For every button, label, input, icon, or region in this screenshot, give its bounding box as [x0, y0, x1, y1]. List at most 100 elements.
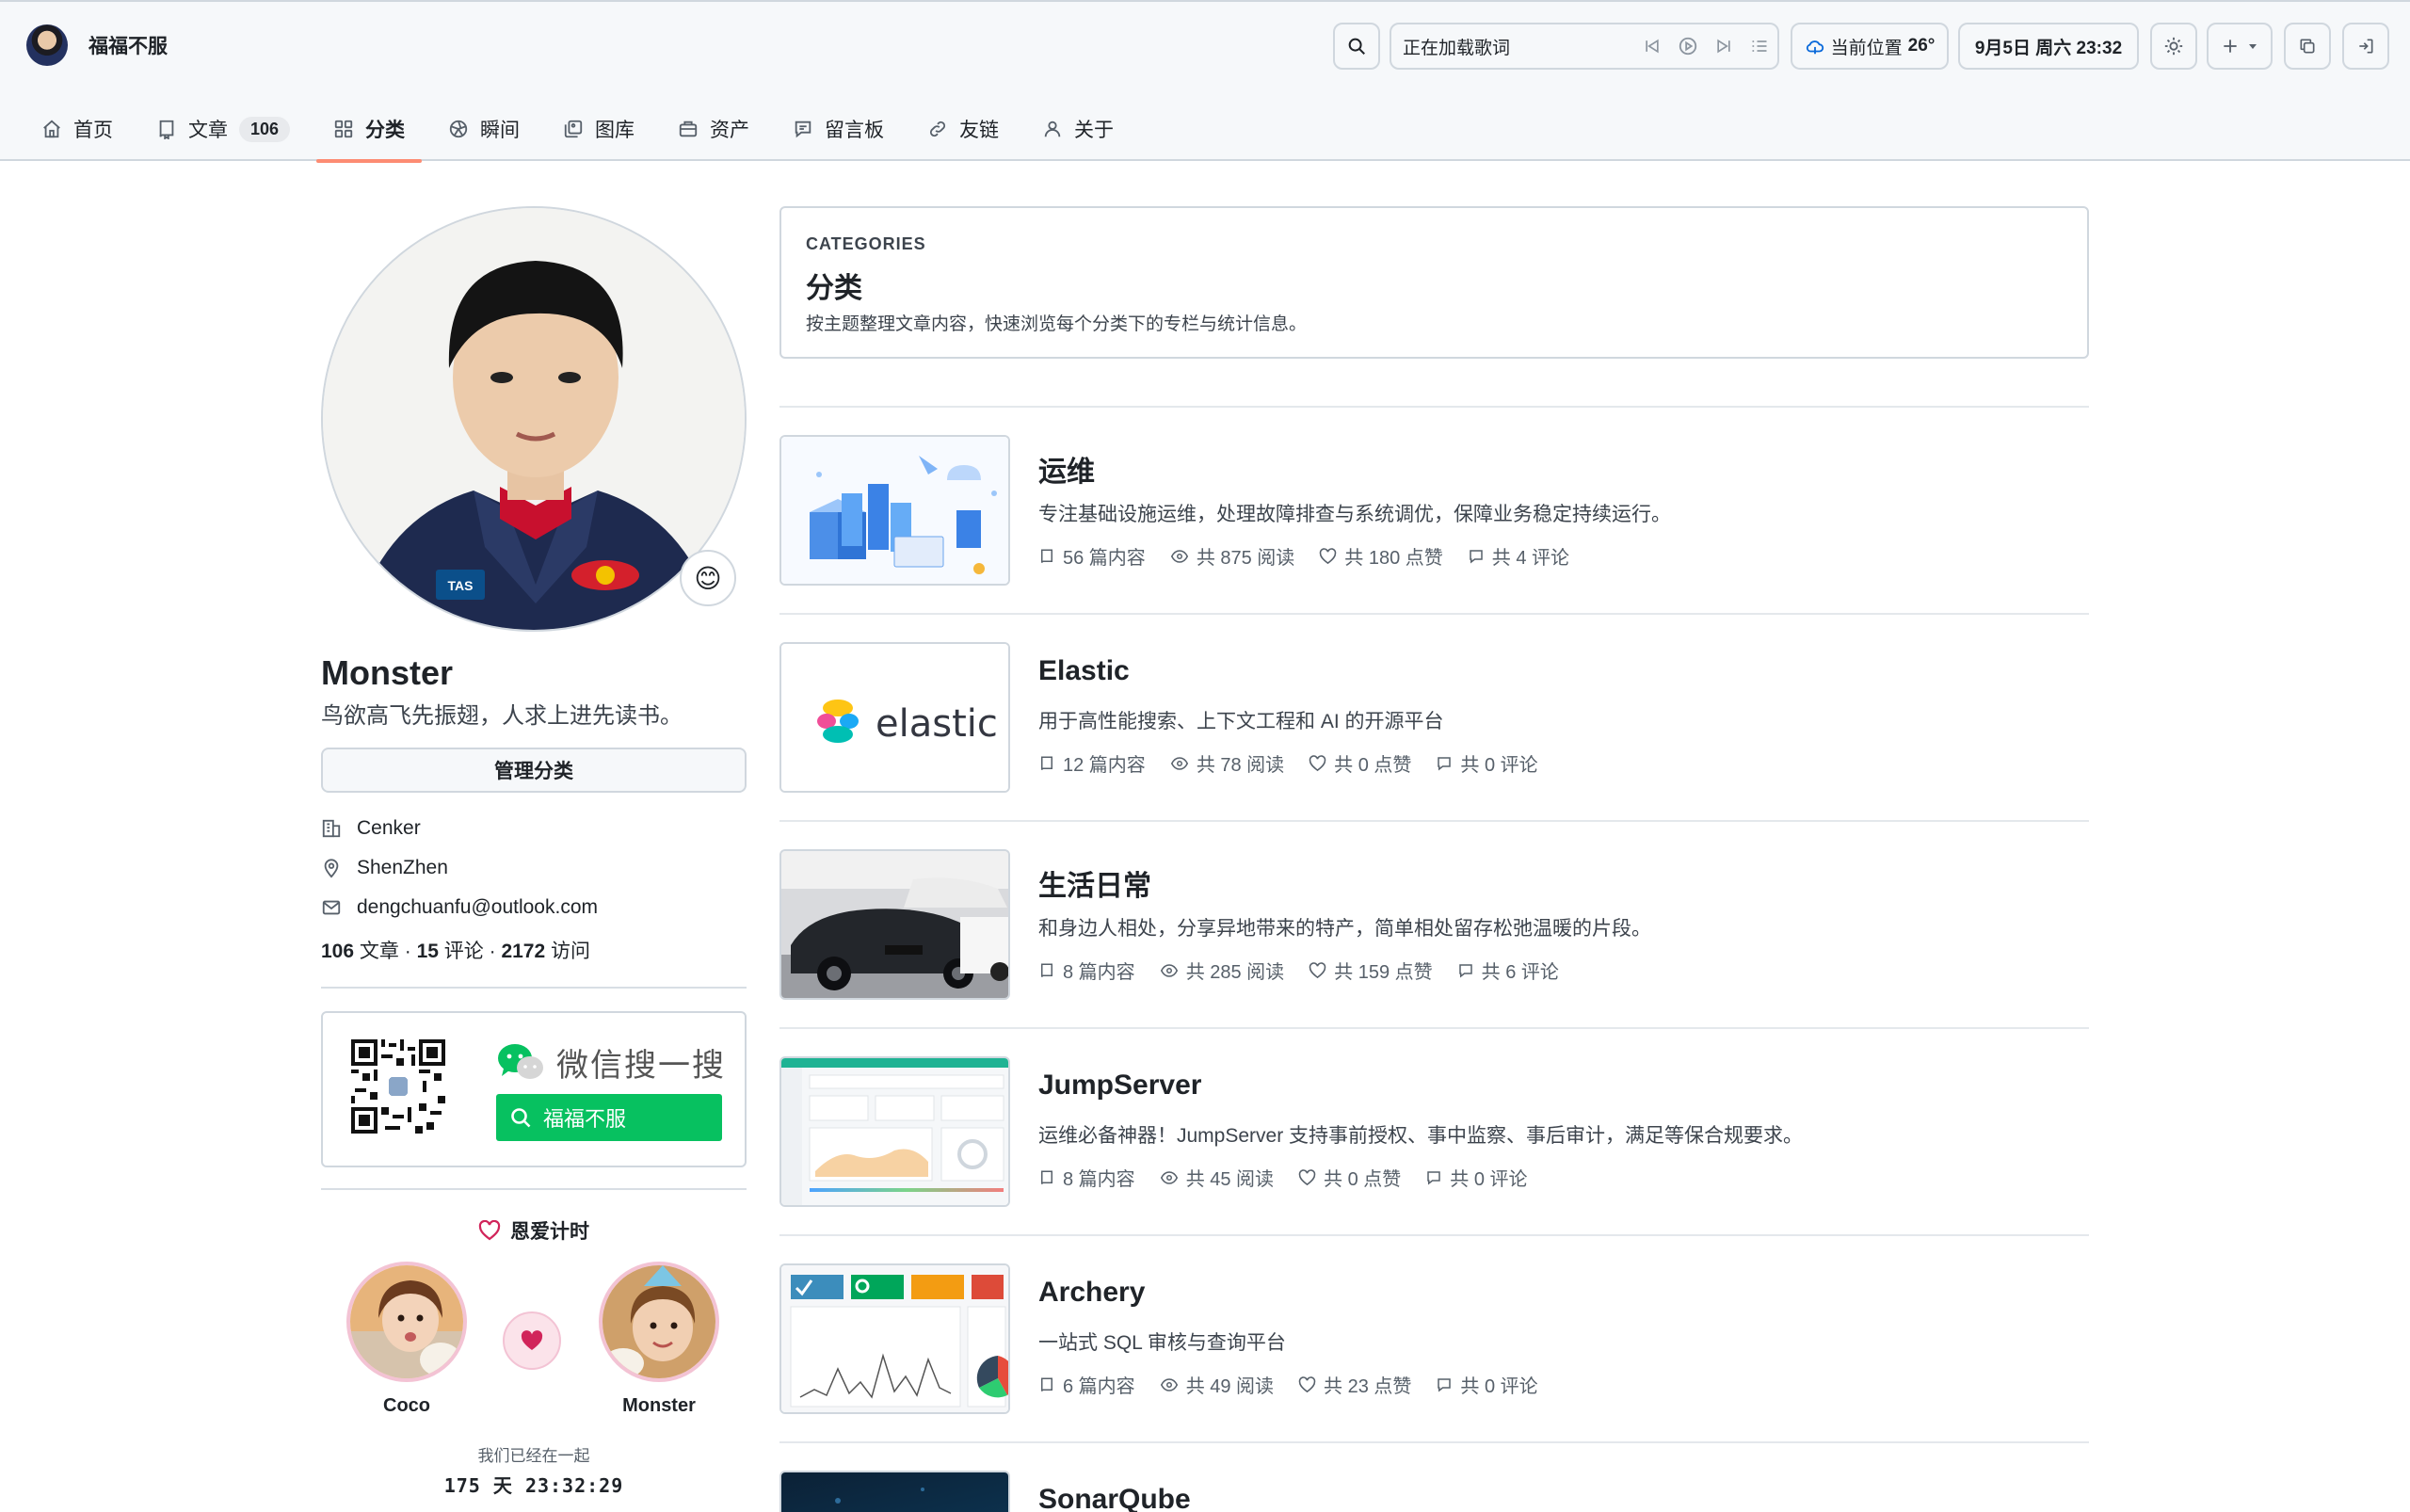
- reads-count: 共 45 阅读: [1185, 1169, 1275, 1190]
- category-item[interactable]: JumpServer 运维必备神器！JumpServer 支持事前授权、事中监察…: [779, 1056, 2089, 1209]
- music-player: 正在加载歌词: [1390, 23, 1779, 70]
- category-item[interactable]: SonarQube: [779, 1471, 2089, 1512]
- reads-stat: 共 45 阅读: [1160, 1164, 1274, 1191]
- reads-stat: 共 78 阅读: [1170, 749, 1284, 777]
- wechat-icon: [498, 1043, 543, 1079]
- nav-links[interactable]: 友链: [910, 96, 1016, 162]
- comments-count: 共 0 评论: [1460, 1376, 1538, 1397]
- comments-count: 共 4 评论: [1491, 548, 1570, 569]
- category-thumbnail[interactable]: elastic: [779, 642, 1010, 793]
- date-time: 9月5日 周六 23:32: [1958, 23, 2139, 70]
- wechat-card: 微信搜一搜 福福不服: [321, 1011, 747, 1167]
- playlist-icon: [1752, 40, 1767, 52]
- posts-count: 12 篇内容: [1063, 755, 1146, 776]
- category-item[interactable]: elastic Elastic 用于高性能搜索、上下文工程和 AI 的开源平台 …: [779, 642, 2089, 795]
- category-thumbnail[interactable]: [779, 1056, 1010, 1207]
- nav-categories[interactable]: 分类: [316, 96, 423, 163]
- list-divider: [779, 613, 2089, 615]
- category-name[interactable]: 运维: [1038, 448, 1095, 490]
- category-name[interactable]: 生活日常: [1038, 862, 1151, 904]
- sun-icon: [2164, 37, 2183, 56]
- search-icon: [511, 1108, 531, 1128]
- nav-gallery[interactable]: 图库: [546, 96, 651, 162]
- posts-count: 6 篇内容: [1063, 1376, 1135, 1397]
- play-button[interactable]: [1670, 32, 1706, 60]
- nav-label: 资产: [710, 120, 750, 141]
- categories-header-card: CATEGORIES 分类 按主题整理文章内容，快速浏览每个分类下的专栏与统计信…: [779, 206, 2089, 359]
- category-name[interactable]: SonarQube: [1038, 1484, 1191, 1512]
- company-text: Cenker: [357, 817, 421, 839]
- copy-button[interactable]: [2284, 23, 2331, 70]
- category-description: 和身边人相处，分享异地带来的特产，简单相处留存松弛温暖的片段。: [1038, 918, 1651, 940]
- posts-stat: 8 篇内容: [1038, 957, 1135, 984]
- category-name[interactable]: Elastic: [1038, 655, 1130, 687]
- category-item[interactable]: 生活日常 和身边人相处，分享异地带来的特产，简单相处留存松弛温暖的片段。 8 篇…: [779, 849, 2089, 1002]
- heart-outline-icon: [1298, 1375, 1316, 1392]
- prev-track-button[interactable]: [1634, 32, 1670, 60]
- category-stats: 12 篇内容 共 78 阅读 共 0 点赞 共 0 评论: [1038, 749, 1563, 777]
- nav-articles[interactable]: 文章 106: [139, 96, 307, 162]
- search-button[interactable]: [1333, 23, 1380, 70]
- likes-stat: 共 0 点赞: [1309, 749, 1411, 777]
- article-count-badge: 106: [239, 116, 291, 142]
- category-item[interactable]: Archery 一站式 SQL 审核与查询平台 6 篇内容 共 49 阅读 共 …: [779, 1263, 2089, 1416]
- articles-label: 文章: [359, 941, 399, 962]
- manage-categories-button[interactable]: 管理分类: [321, 748, 747, 793]
- status-emoji-button[interactable]: 😊: [680, 550, 736, 606]
- category-description: 一站式 SQL 审核与查询平台: [1038, 1332, 1286, 1354]
- wechat-title: 微信搜一搜: [556, 1048, 726, 1084]
- create-menu-button[interactable]: [2207, 23, 2273, 70]
- heart-outline-icon: [478, 1220, 501, 1241]
- aperture-icon: [449, 120, 468, 138]
- brand[interactable]: 福福不服: [26, 24, 168, 66]
- nav-label: 瞬间: [480, 120, 521, 141]
- category-item[interactable]: 运维 专注基础设施运维，处理故障排查与系统调优，保障业务稳定持续运行。 56 篇…: [779, 435, 2089, 587]
- nav-moments[interactable]: 瞬间: [431, 96, 537, 162]
- qr-code[interactable]: [351, 1039, 445, 1134]
- login-button[interactable]: [2342, 23, 2389, 70]
- heart-outline-icon: [1309, 754, 1326, 771]
- likes-stat: 共 159 点赞: [1309, 957, 1433, 984]
- list-divider: [779, 1441, 2089, 1443]
- category-thumbnail[interactable]: [779, 849, 1010, 1000]
- next-track-button[interactable]: [1706, 32, 1742, 60]
- category-thumbnail[interactable]: [779, 1471, 1010, 1512]
- briefcase-icon: [679, 121, 698, 137]
- category-thumbnail[interactable]: [779, 1263, 1010, 1414]
- love-heart-button[interactable]: [503, 1311, 561, 1370]
- wechat-logo-row: 微信搜一搜: [496, 1039, 726, 1086]
- theme-toggle-button[interactable]: [2150, 23, 2197, 70]
- posts-count: 56 篇内容: [1063, 548, 1146, 569]
- category-stats: 56 篇内容 共 875 阅读 共 180 点赞 共 4 评论: [1038, 542, 1594, 570]
- nav-assets[interactable]: 资产: [661, 96, 766, 162]
- wechat-search-button[interactable]: 福福不服: [496, 1094, 722, 1141]
- wechat-search-text: 福福不服: [543, 1107, 627, 1131]
- profile-stats: 106 文章 · 15 评论 · 2172 访问: [321, 941, 590, 962]
- comments-stat: 共 4 评论: [1468, 542, 1569, 570]
- comment-icon: [1438, 1377, 1452, 1392]
- category-name[interactable]: Archery: [1038, 1277, 1145, 1309]
- weather-temp: 26°: [1907, 36, 1936, 56]
- category-name[interactable]: JumpServer: [1038, 1070, 1201, 1102]
- gallery-icon: [564, 120, 583, 138]
- site-name: 福福不服: [88, 36, 168, 57]
- playlist-button[interactable]: [1742, 32, 1777, 60]
- posts-stat: 56 篇内容: [1038, 542, 1146, 570]
- monster-name: Monster: [622, 1395, 696, 1416]
- reads-count: 共 49 阅读: [1185, 1376, 1275, 1397]
- nav-home[interactable]: 首页: [24, 96, 130, 162]
- email-link[interactable]: dengchuanfu@outlook.com: [357, 896, 598, 919]
- category-thumbnail[interactable]: [779, 435, 1010, 586]
- nav-guestbook[interactable]: 留言板: [776, 96, 901, 162]
- location-pin-icon: [324, 859, 339, 878]
- comments-count: 共 0 评论: [1460, 755, 1538, 776]
- nav-about[interactable]: 关于: [1025, 96, 1131, 162]
- category-stats: 6 篇内容 共 49 阅读 共 23 点赞 共 0 评论: [1038, 1371, 1563, 1398]
- love-days: 175: [443, 1474, 481, 1497]
- comments-count: 共 6 评论: [1481, 962, 1559, 983]
- weather-widget[interactable]: 当前位置 26°: [1791, 23, 1949, 70]
- eye-icon: [1160, 1377, 1178, 1391]
- search-icon: [1348, 38, 1365, 55]
- articles-count: 106: [321, 941, 355, 962]
- email-row[interactable]: dengchuanfu@outlook.com: [321, 896, 598, 919]
